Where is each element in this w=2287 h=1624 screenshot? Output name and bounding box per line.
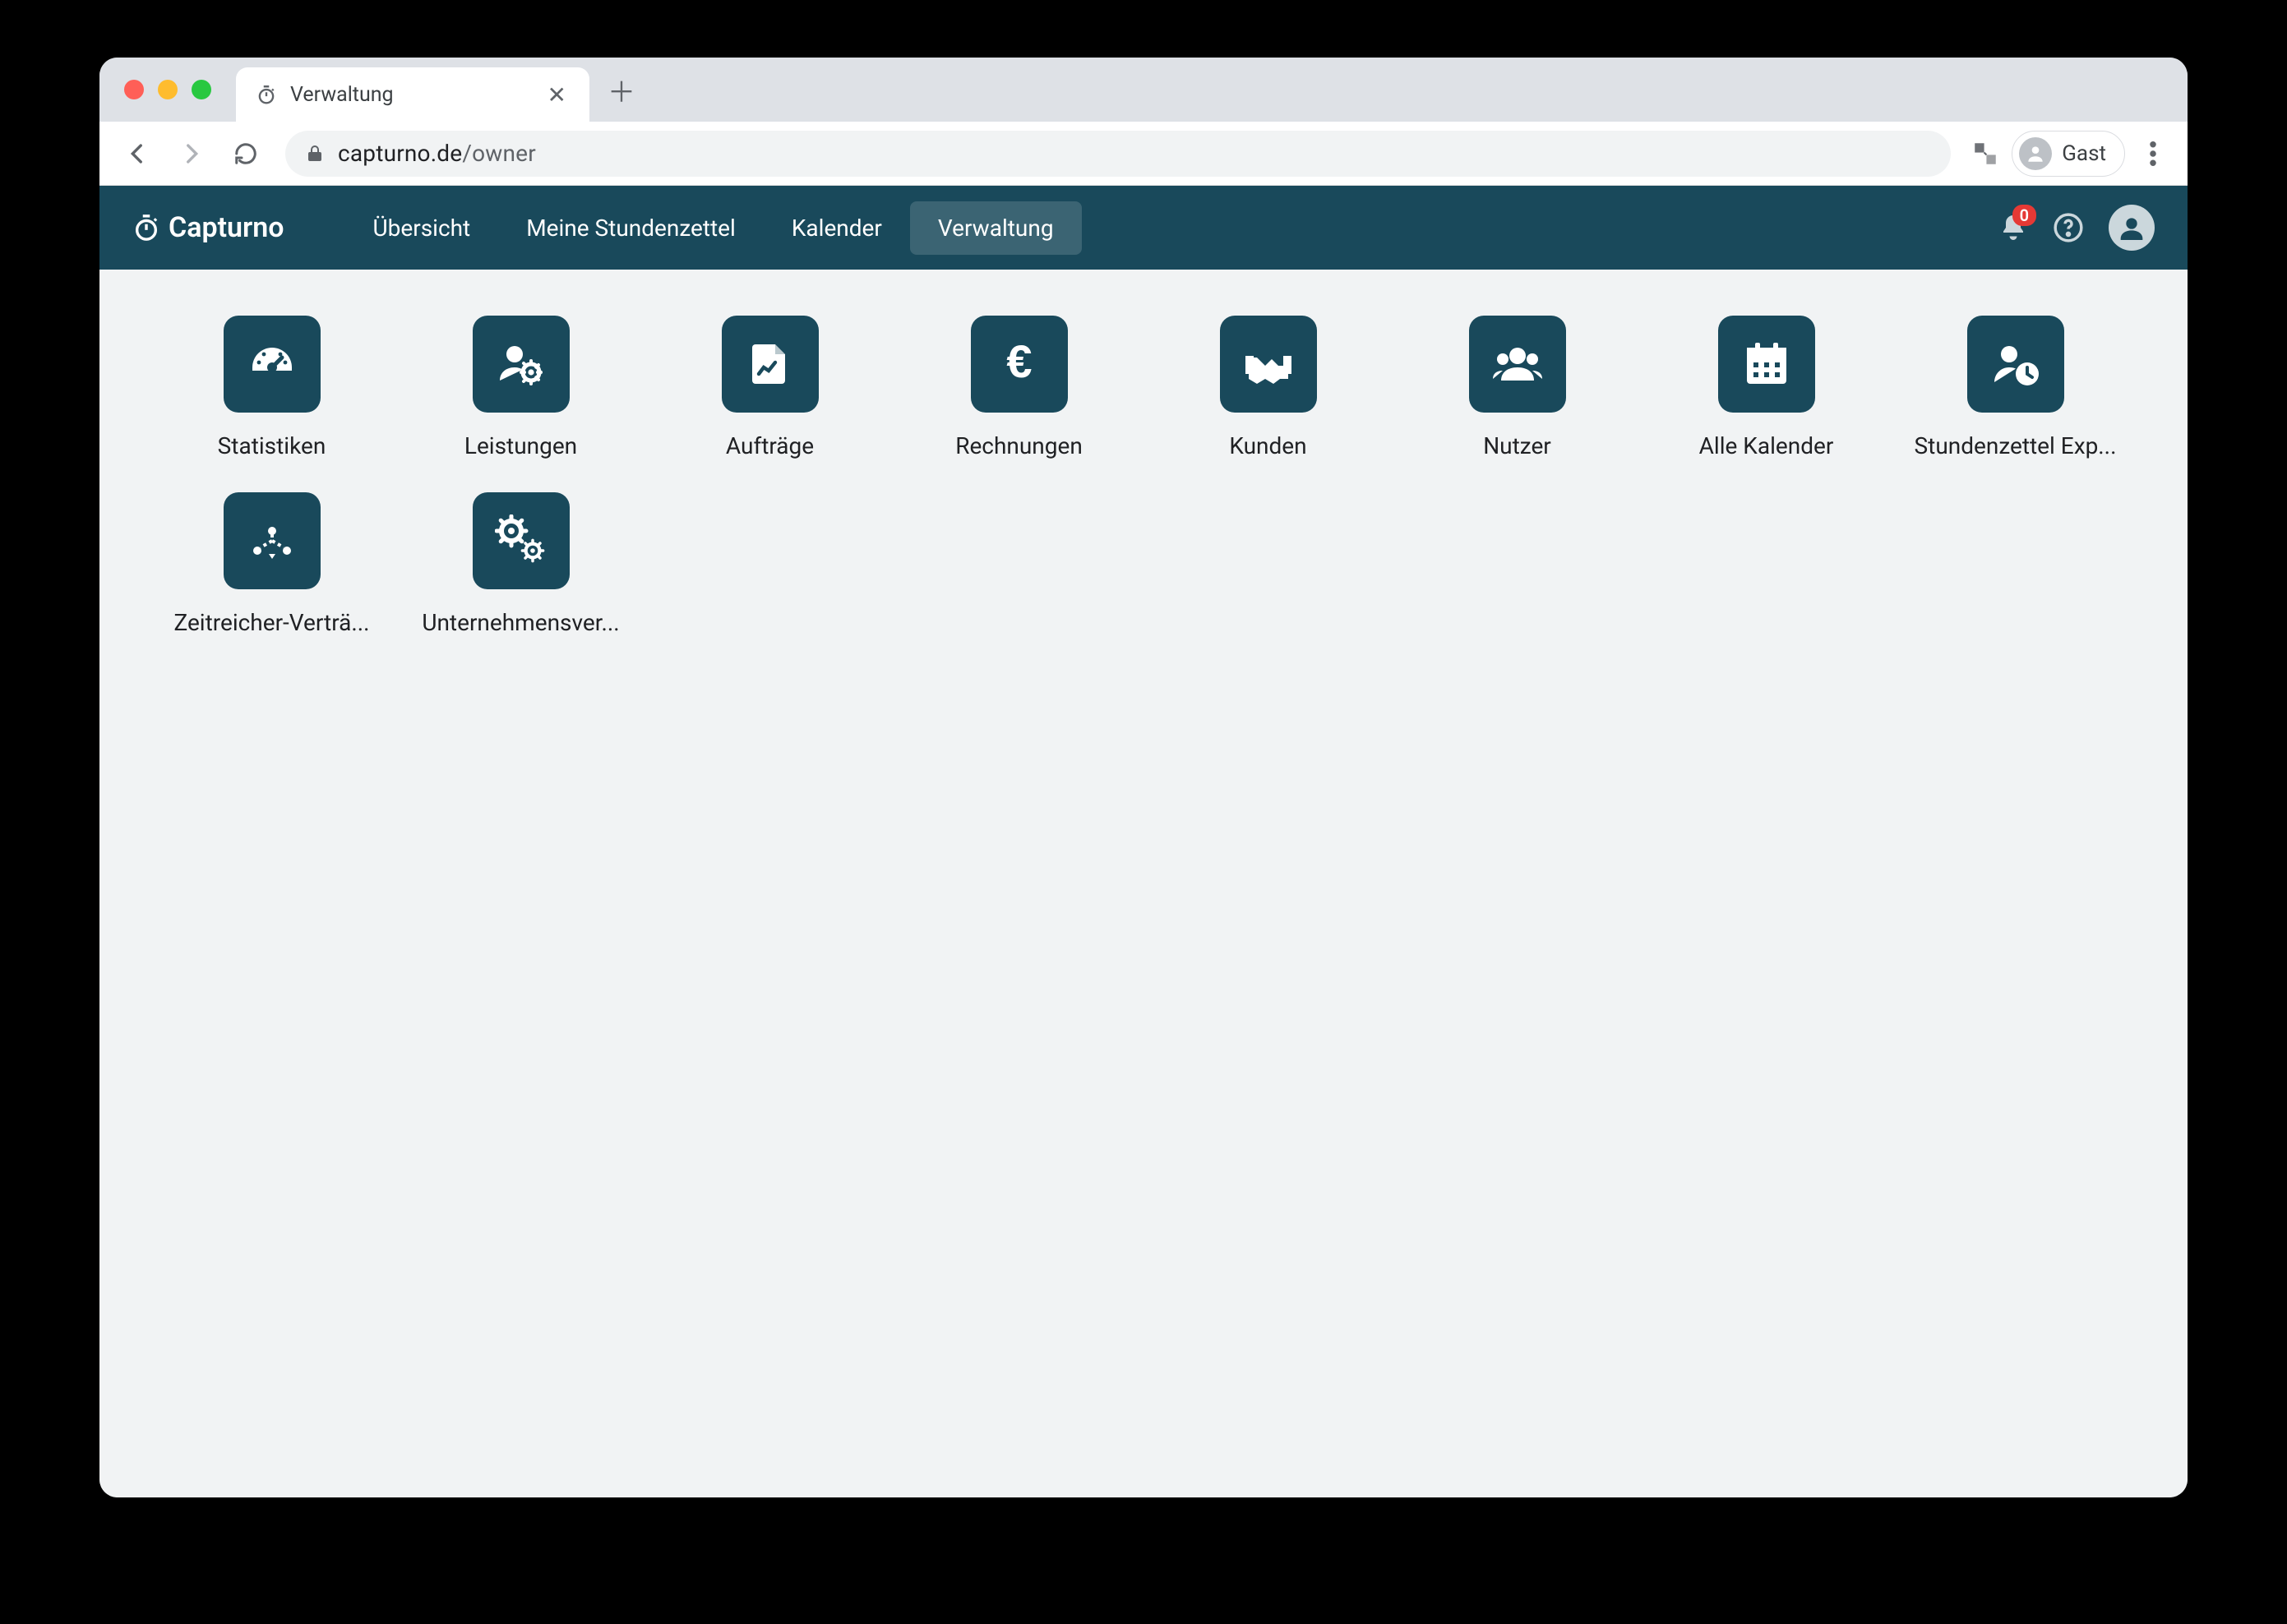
tile-users[interactable]: Nutzer [1411, 316, 1624, 459]
lock-icon [305, 144, 325, 164]
user-clock-icon [1967, 316, 2064, 413]
person-icon [2019, 137, 2052, 170]
url-text: capturno.de/owner [338, 140, 536, 167]
notifications-button[interactable]: 0 [1998, 213, 2028, 242]
tile-label: Stundenzettel Exp... [1915, 432, 2117, 459]
users-icon [1469, 316, 1566, 413]
tile-label: Nutzer [1483, 432, 1551, 459]
forward-button[interactable] [169, 131, 215, 177]
nav-administration[interactable]: Verwaltung [910, 201, 1082, 255]
main-nav: Übersicht Meine Stundenzettel Kalender V… [344, 201, 1081, 255]
tile-orders[interactable]: Aufträge [663, 316, 876, 459]
tile-label: Kunden [1229, 432, 1306, 459]
browser-window: Verwaltung ✕ ＋ capturno.de/owner [99, 58, 2188, 1497]
dashboard-icon [224, 316, 321, 413]
guest-label: Gast [2062, 141, 2106, 166]
tile-timesheet-export[interactable]: Stundenzettel Exp... [1909, 316, 2122, 459]
window-minimize-button[interactable] [158, 80, 178, 99]
tile-label: Rechnungen [955, 432, 1083, 459]
page-content: Statistiken Leistungen Aufträge Rechnungen K… [99, 270, 2188, 1497]
account-button[interactable] [2109, 205, 2155, 251]
tile-label: Aufträge [726, 432, 814, 459]
file-chart-icon [722, 316, 819, 413]
tile-label: Leistungen [464, 432, 577, 459]
tile-statistics[interactable]: Statistiken [165, 316, 378, 459]
tile-all-calendars[interactable]: Alle Kalender [1660, 316, 1873, 459]
nav-my-timesheets[interactable]: Meine Stundenzettel [498, 201, 764, 255]
back-button[interactable] [114, 131, 160, 177]
handshake-icon [1220, 316, 1317, 413]
browser-menu-button[interactable] [2133, 134, 2173, 173]
tile-label: Unternehmensver... [422, 609, 619, 636]
help-icon [2053, 212, 2084, 243]
toolbar-right: Gast [1967, 131, 2173, 177]
close-tab-button[interactable]: ✕ [543, 78, 571, 112]
header-actions: 0 [1998, 205, 2155, 251]
window-close-button[interactable] [124, 80, 144, 99]
url-path: /owner [462, 140, 536, 167]
nav-overview[interactable]: Übersicht [344, 201, 498, 255]
tile-customers[interactable]: Kunden [1162, 316, 1375, 459]
admin-tile-grid: Statistiken Leistungen Aufträge Rechnungen K… [165, 316, 2122, 636]
address-field[interactable]: capturno.de/owner [285, 131, 1951, 177]
tile-company-management[interactable]: Unternehmensver... [414, 492, 627, 636]
tile-label: Zeitreicher-Verträ... [173, 609, 369, 636]
brand-logo[interactable]: Capturno [132, 211, 284, 244]
notification-badge: 0 [2012, 205, 2036, 226]
browser-tab-bar: Verwaltung ✕ ＋ [99, 58, 2188, 122]
help-button[interactable] [2053, 212, 2084, 243]
nav-calendar[interactable]: Kalender [764, 201, 910, 255]
stopwatch-icon [132, 214, 160, 242]
tile-label: Statistiken [218, 432, 326, 459]
window-maximize-button[interactable] [192, 80, 211, 99]
user-cog-icon [473, 316, 570, 413]
browser-tab[interactable]: Verwaltung ✕ [236, 67, 589, 122]
euro-icon [971, 316, 1068, 413]
url-host: capturno.de [338, 140, 462, 167]
profile-chip[interactable]: Gast [2012, 131, 2125, 177]
tab-title: Verwaltung [290, 83, 531, 107]
distribute-icon [224, 492, 321, 589]
app-header: Capturno Übersicht Meine Stundenzettel K… [99, 186, 2188, 270]
tile-invoices[interactable]: Rechnungen [912, 316, 1125, 459]
tile-services[interactable]: Leistungen [414, 316, 627, 459]
window-controls [124, 80, 211, 99]
calendar-icon [1718, 316, 1815, 413]
tile-zeitreicher-contracts[interactable]: Zeitreicher-Verträ... [165, 492, 378, 636]
translate-icon[interactable] [1967, 136, 2003, 172]
cogs-icon [473, 492, 570, 589]
tile-label: Alle Kalender [1699, 432, 1834, 459]
new-tab-button[interactable]: ＋ [601, 69, 642, 110]
browser-toolbar: capturno.de/owner Gast [99, 122, 2188, 186]
stopwatch-icon [254, 82, 279, 107]
brand-name: Capturno [169, 211, 284, 244]
reload-button[interactable] [223, 131, 269, 177]
person-icon [2115, 211, 2148, 244]
